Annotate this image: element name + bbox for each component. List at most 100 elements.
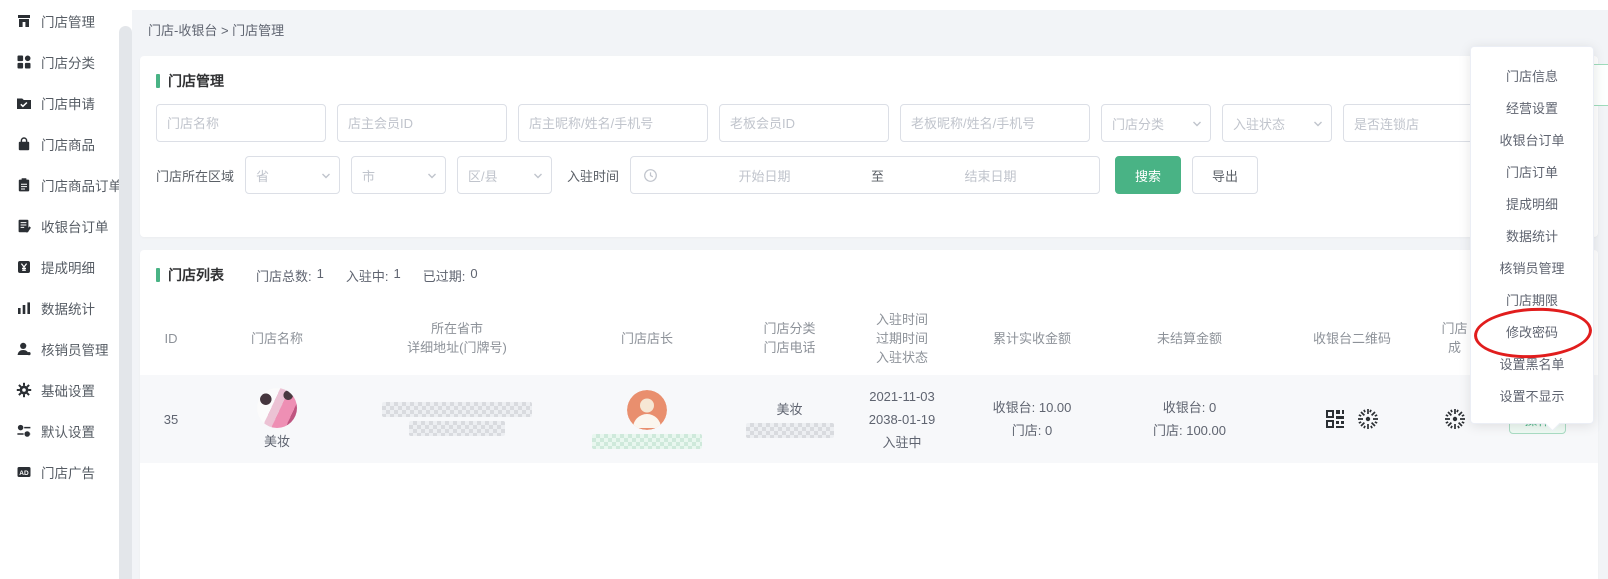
stat-label: 已过期:	[423, 266, 466, 285]
menu-item-store-orders[interactable]: 门店订单	[1471, 155, 1593, 187]
entry-time-label: 入驻时间	[567, 166, 619, 185]
province-select[interactable]: 省	[245, 156, 340, 194]
district-select[interactable]: 区/县	[457, 156, 552, 194]
cell-cashier-qrcode	[1272, 407, 1432, 431]
district-placeholder: 区/县	[468, 166, 498, 185]
menu-item-store-info[interactable]: 门店信息	[1471, 59, 1593, 91]
boss-nickname-input[interactable]	[900, 104, 1090, 142]
menu-item-change-password[interactable]: 修改密码	[1471, 315, 1593, 347]
sidebar-item-label: 默认设置	[41, 421, 95, 441]
qr-code-icon[interactable]	[1324, 408, 1346, 430]
sidebar-item-data-statistics[interactable]: 数据统计	[0, 287, 119, 328]
stat-value: 1	[393, 266, 400, 285]
menu-item-set-hidden[interactable]: 设置不显示	[1471, 379, 1593, 411]
sidebar-item-store-goods-orders[interactable]: 门店商品订单	[0, 164, 119, 205]
sidebar-item-verifier-management[interactable]: 核销员管理	[0, 328, 119, 369]
menu-item-set-blacklist[interactable]: 设置黑名单	[1471, 347, 1593, 379]
miniprogram-code-icon[interactable]	[1356, 407, 1380, 431]
store-name-input[interactable]	[156, 104, 326, 142]
entry-status-select[interactable]: 入驻状态	[1222, 104, 1332, 142]
owner-nickname-input[interactable]	[518, 104, 708, 142]
store-admin-page: 门店管理 门店分类 门店申请 门店商品 门店商品订单	[0, 0, 1608, 579]
date-range-separator: 至	[871, 166, 884, 185]
grid-icon	[16, 54, 32, 70]
redacted-manager-name	[592, 434, 702, 449]
category-label: 美妆	[776, 400, 802, 419]
filter-row-1: 门店分类 入驻状态 是否连锁店	[140, 104, 1598, 142]
sidebar-scrollbar[interactable]	[119, 26, 132, 579]
city-placeholder: 市	[362, 166, 375, 185]
chevron-down-icon	[1191, 118, 1203, 130]
sidebar-item-commission-details[interactable]: 提成明细	[0, 246, 119, 287]
sidebar-item-store-category[interactable]: 门店分类	[0, 41, 119, 82]
store-category-select[interactable]: 门店分类	[1101, 104, 1211, 142]
sidebar-item-label: 收银台订单	[41, 216, 109, 236]
person-icon	[16, 341, 32, 357]
menu-item-commission-details[interactable]: 提成明细	[1471, 187, 1593, 219]
chevron-down-icon	[320, 170, 332, 182]
unsettled-store: 门店: 100.00	[1153, 421, 1226, 440]
menu-item-verifier-management[interactable]: 核销员管理	[1471, 251, 1593, 283]
col-category-phone: 门店分类门店电话	[732, 309, 847, 367]
store-name-label: 美妆	[264, 432, 290, 451]
store-list-card: 门店列表 门店总数: 1 入驻中: 1 已过期: 0 ID 门店名称 所在省市详…	[140, 250, 1598, 579]
menu-item-data-statistics[interactable]: 数据统计	[1471, 219, 1593, 251]
unsettled-cashier: 收银台: 0	[1163, 398, 1216, 417]
filter-card-title: 门店管理	[168, 71, 224, 91]
received-store: 门店: 0	[1012, 421, 1052, 440]
cell-store-name: 美妆	[202, 388, 352, 451]
sidebar-item-basic-settings[interactable]: 基础设置	[0, 369, 119, 410]
menu-item-store-term[interactable]: 门店期限	[1471, 283, 1593, 315]
chevron-down-icon	[532, 170, 544, 182]
boss-member-id-input[interactable]	[719, 104, 889, 142]
menu-item-business-settings[interactable]: 经营设置	[1471, 91, 1593, 123]
sidebar: 门店管理 门店分类 门店申请 门店商品 门店商品订单	[0, 0, 119, 579]
cell-address	[352, 402, 562, 436]
col-id: ID	[140, 309, 202, 367]
chevron-down-icon	[426, 170, 438, 182]
stat-expired-stores: 已过期: 0	[423, 266, 478, 285]
sidebar-item-store-management[interactable]: 门店管理	[0, 0, 119, 41]
cell-id: 35	[140, 410, 202, 429]
store-category-placeholder: 门店分类	[1112, 114, 1164, 133]
storefront-icon	[16, 13, 32, 29]
status-badge: 入驻中	[882, 433, 921, 452]
col-manager: 门店店长	[562, 309, 732, 367]
owner-member-id-input[interactable]	[337, 104, 507, 142]
clock-icon	[643, 168, 658, 183]
entry-status-placeholder: 入驻状态	[1233, 114, 1285, 133]
table-row: 35 美妆 美妆 2021-11-03 2038-01-19	[140, 375, 1598, 463]
bar-chart-icon	[16, 300, 32, 316]
list-card-title-row: 门店列表 门店总数: 1 入驻中: 1 已过期: 0	[140, 250, 1598, 285]
stat-total-stores: 门店总数: 1	[256, 266, 324, 285]
cell-unsettled-amount: 收银台: 0 门店: 100.00	[1107, 398, 1272, 440]
export-button[interactable]: 导出	[1192, 156, 1258, 194]
end-date-placeholder[interactable]: 结束日期	[894, 166, 1087, 185]
menu-item-cashier-orders[interactable]: 收银台订单	[1471, 123, 1593, 155]
city-select[interactable]: 市	[351, 156, 446, 194]
stat-label: 门店总数:	[256, 266, 312, 285]
stat-value: 1	[317, 266, 324, 285]
sidebar-item-cashier-orders[interactable]: 收银台订单	[0, 205, 119, 246]
search-button[interactable]: 搜索	[1115, 156, 1181, 194]
gear-icon	[16, 382, 32, 398]
green-title-bar	[156, 74, 160, 88]
start-date-placeholder[interactable]: 开始日期	[668, 166, 861, 185]
sidebar-item-store-application[interactable]: 门店申请	[0, 82, 119, 123]
folder-check-icon	[16, 95, 32, 111]
sidebar-item-label: 门店申请	[41, 93, 95, 113]
sidebar-item-store-ads[interactable]: AD 门店广告	[0, 451, 119, 492]
sidebar-item-default-settings[interactable]: 默认设置	[0, 410, 119, 451]
sidebar-item-store-goods[interactable]: 门店商品	[0, 123, 119, 164]
list-card-title: 门店列表	[168, 265, 224, 285]
received-cashier: 收银台: 10.00	[993, 398, 1072, 417]
col-entry-time: 入驻时间过期时间入驻状态	[847, 309, 957, 367]
miniprogram-code-icon[interactable]	[1443, 407, 1467, 431]
sidebar-item-label: 门店管理	[41, 11, 95, 31]
row-action-popup-menu: 门店信息 经营设置 收银台订单 门店订单 提成明细 数据统计 核销员管理 门店期…	[1470, 46, 1594, 424]
expire-time: 2038-01-19	[869, 410, 936, 429]
store-avatar	[257, 388, 297, 428]
sidebar-item-label: 门店商品订单	[41, 175, 122, 195]
sidebar-item-label: 核销员管理	[41, 339, 109, 359]
date-range-picker[interactable]: 开始日期 至 结束日期	[630, 156, 1100, 194]
